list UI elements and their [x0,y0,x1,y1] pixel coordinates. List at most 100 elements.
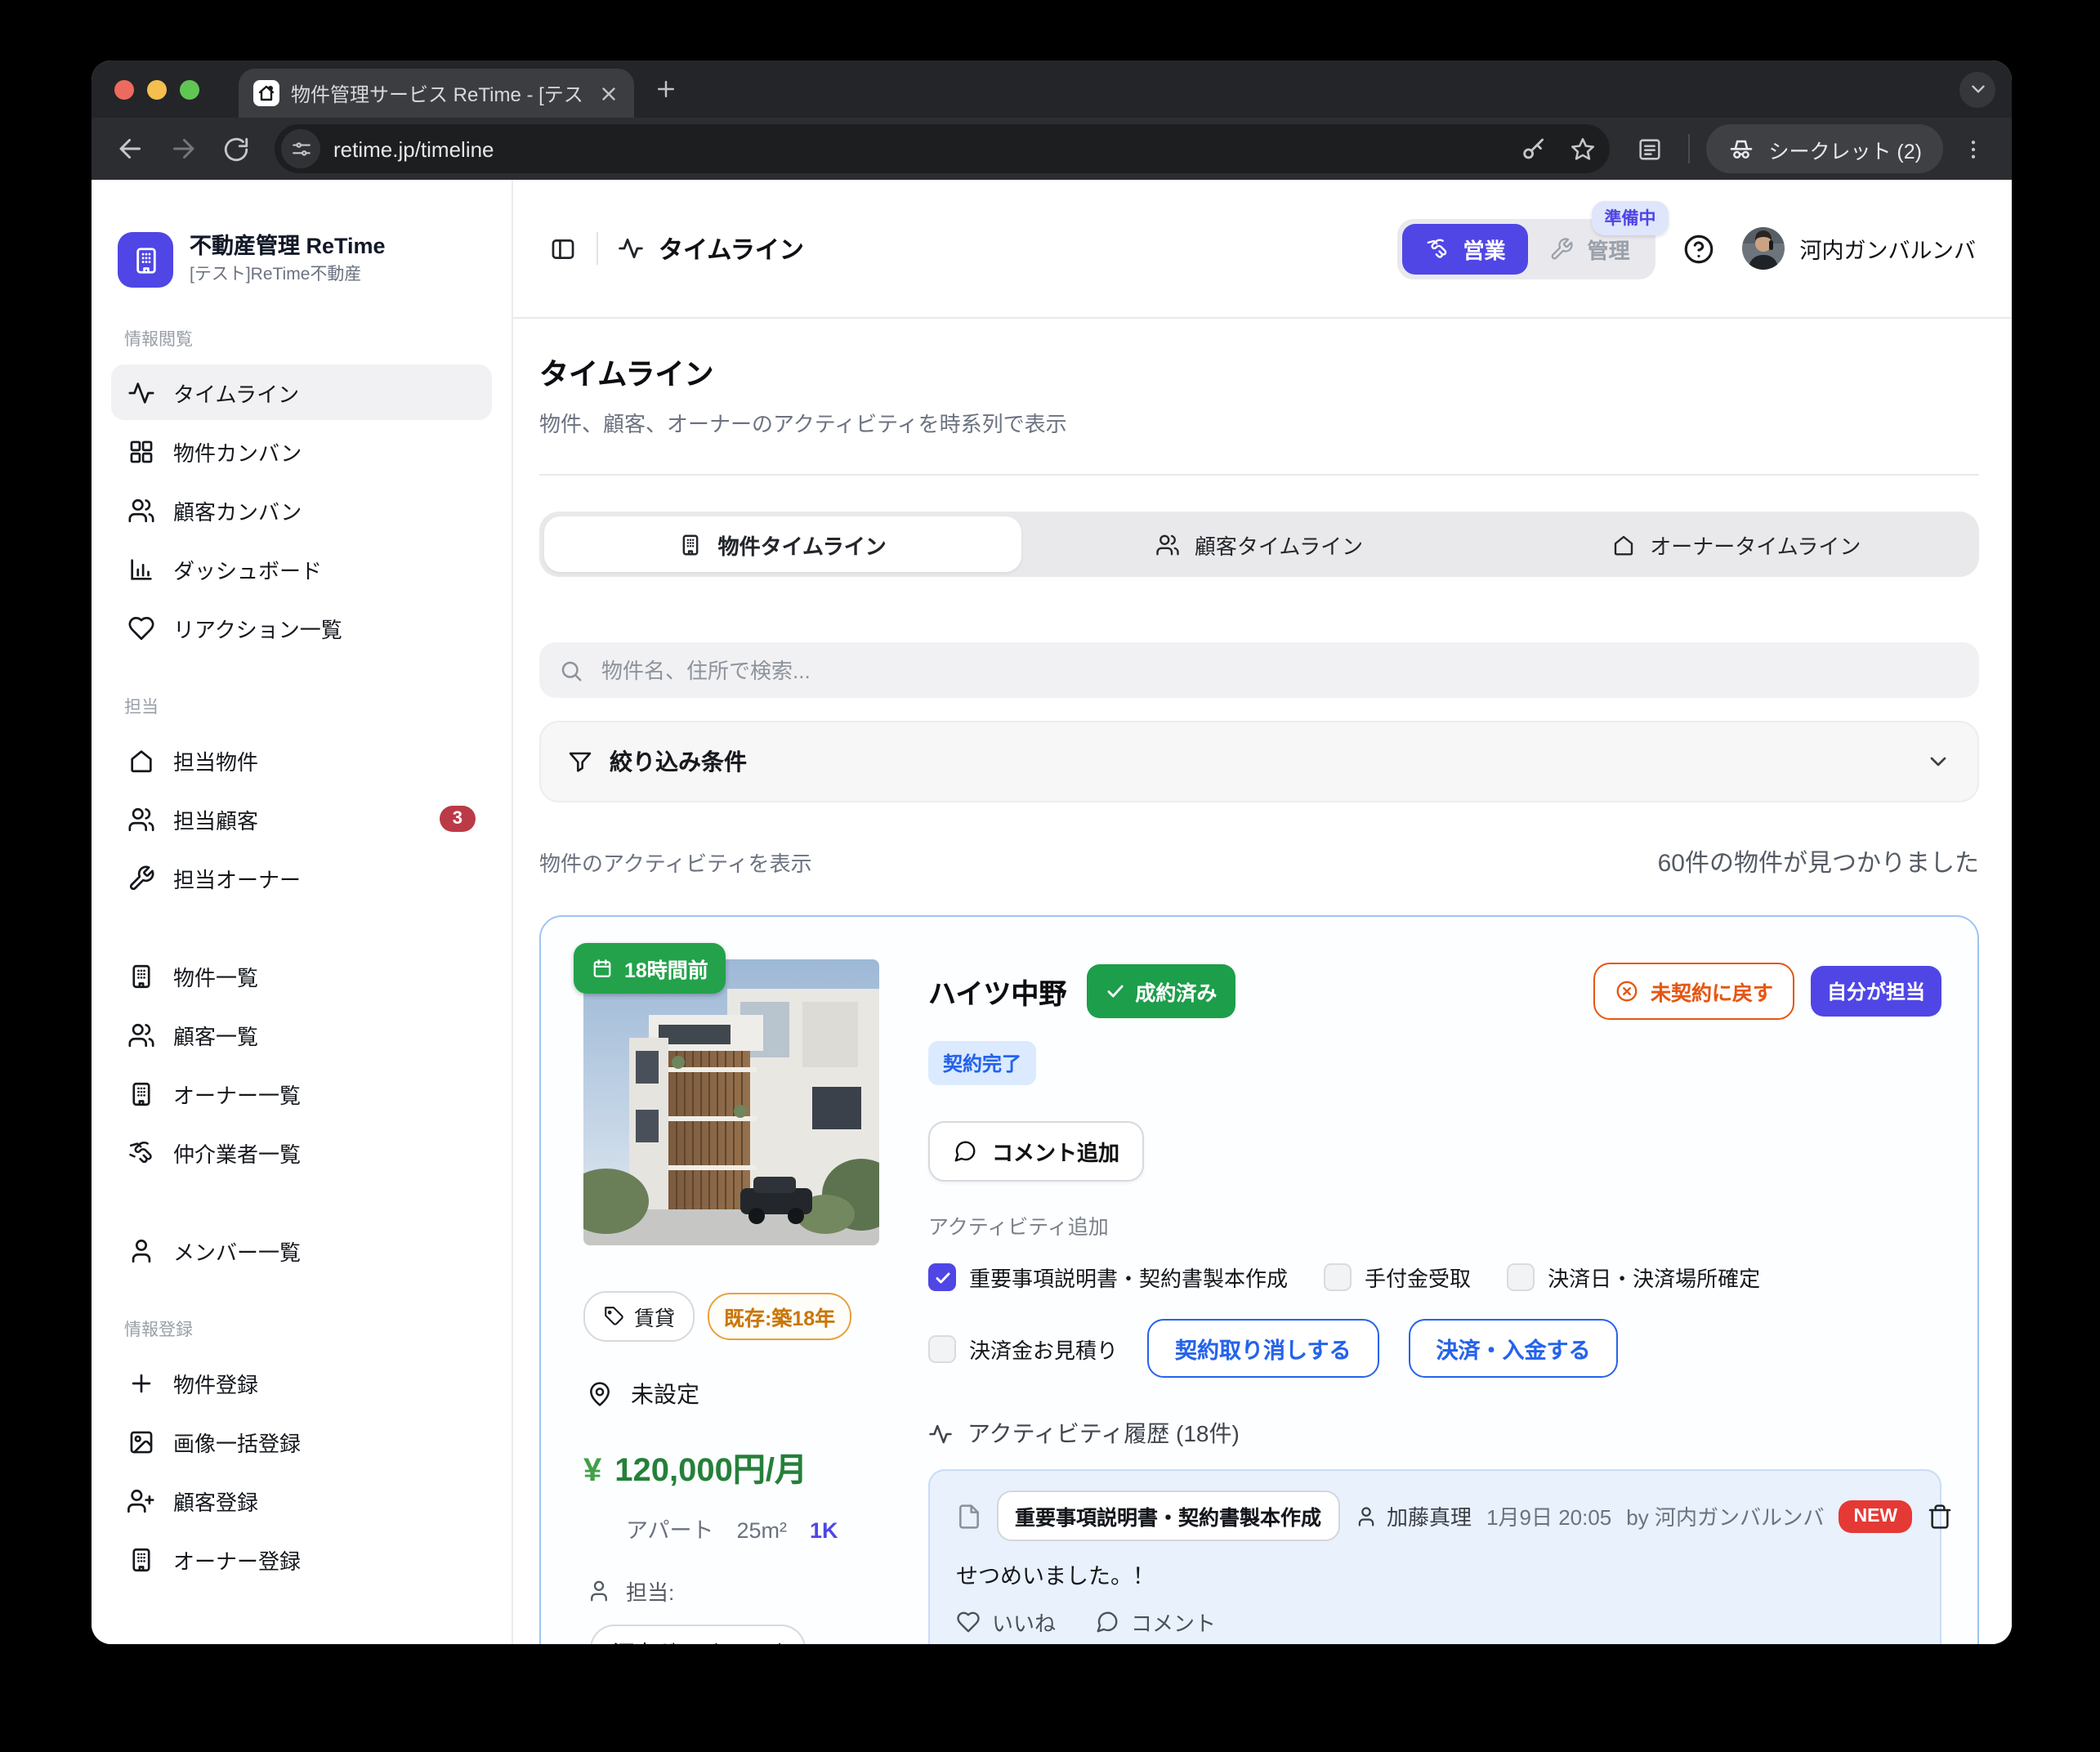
revert-contract-button[interactable]: 未契約に戻す [1593,963,1794,1020]
sidebar-item-assigned-properties[interactable]: 担当物件 [111,732,492,788]
sidebar-item-member-list[interactable]: メンバー一覧 [111,1222,492,1278]
zoom-window-button[interactable] [180,79,199,99]
user-menu[interactable]: 河内ガンバルンバ [1742,227,1976,270]
back-icon[interactable] [108,126,154,172]
sidebar-item-image-bulk-register[interactable]: 画像一括登録 [111,1414,492,1469]
property-photo[interactable] [583,959,879,1245]
activity-checkbox-row-1: 重要事項説明書・契約書製本作成 手付金受取 決済日・決済場所確定 [928,1262,1941,1293]
comment-button[interactable]: コメント [1095,1607,1216,1638]
passwords-key-icon[interactable] [1515,131,1551,167]
filter-panel-header[interactable]: 絞り込み条件 [539,721,1979,802]
users-icon [127,805,155,833]
sold-badge-label: 成約済み [1135,982,1218,1005]
browser-window: 物件管理サービス ReTime - [テス retime.jp/timeline… [92,60,2012,1644]
browser-toolbar: retime.jp/timeline シークレット (2) [92,118,2012,180]
search-input[interactable] [598,656,1959,684]
sidebar-item-label: オーナー一覧 [173,1083,302,1107]
new-tab-button[interactable] [654,77,678,101]
checkbox-unchecked-icon[interactable] [1507,1263,1535,1291]
tab-owner-timeline[interactable]: オーナータイムライン [1498,516,1974,572]
browser-menu-kebab-icon[interactable] [1950,126,1995,172]
minimize-window-button[interactable] [147,79,167,99]
history-actor: 加藤真理 [1354,1500,1472,1531]
close-window-button[interactable] [114,79,134,99]
checkbox-label: 決済金お見積り [969,1338,1119,1362]
sidebar-toggle-icon[interactable] [549,235,577,262]
forward-icon[interactable] [160,126,206,172]
reading-list-icon[interactable] [1626,126,1672,172]
bookmark-star-icon[interactable] [1564,131,1600,167]
sidebar-item-owner-register[interactable]: オーナー登録 [111,1531,492,1587]
sidebar-item-broker-list[interactable]: 仲介業者一覧 [111,1124,492,1180]
page-divider [539,474,1979,476]
tab-close-icon[interactable] [598,83,619,104]
home-icon [127,746,155,774]
like-button[interactable]: いいね [956,1607,1056,1638]
history-actor-name: 加藤真理 [1387,1505,1472,1530]
price-value: 120,000円/月 [614,1453,807,1489]
sidebar-item-label: タイムライン [173,382,300,406]
property-search[interactable] [539,642,1979,698]
header-title: タイムライン [659,236,804,264]
sidebar-item-property-kanban[interactable]: 物件カンバン [111,423,492,479]
app-content: 不動産管理 ReTime [テスト]ReTime不動産 情報閲覧 タイムライン … [92,180,2012,1644]
tab-customer-timeline[interactable]: 顧客タイムライン [1021,516,1497,572]
sidebar-item-customer-list[interactable]: 顧客一覧 [111,1007,492,1062]
checkbox-settlement-date[interactable]: 決済日・決済場所確定 [1507,1262,1760,1293]
sidebar-item-dashboard[interactable]: ダッシュボード [111,541,492,597]
app-brand[interactable]: 不動産管理 ReTime [テスト]ReTime不動産 [118,232,485,288]
mode-toggle: 営業 管理 準備中 [1397,200,1669,279]
sidebar-section-info: 情報閲覧 [124,330,193,350]
building-age-tag: 既存:築18年 [708,1293,852,1340]
time-ago-badge: 18時間前 [574,943,726,994]
sold-badge: 成約済み [1086,964,1235,1018]
bar-chart-icon [127,555,155,583]
site-settings-icon[interactable] [281,129,320,168]
checkbox-unchecked-icon[interactable] [928,1334,956,1362]
checkbox-docs[interactable]: 重要事項説明書・契約書製本作成 [928,1262,1288,1293]
checkbox-deposit[interactable]: 手付金受取 [1324,1262,1471,1293]
sidebar-item-property-list[interactable]: 物件一覧 [111,948,492,1003]
sidebar-item-customer-register[interactable]: 顧客登録 [111,1473,492,1528]
history-datetime: 1月9日 20:05 [1486,1505,1612,1530]
history-by: by 河内ガンバルンバ [1626,1505,1825,1530]
url-text: retime.jp/timeline [333,136,494,161]
sidebar-item-assigned-owners[interactable]: 担当オーナー [111,850,492,905]
sidebar-item-owner-list[interactable]: オーナー一覧 [111,1066,492,1121]
sidebar-item-assigned-customers[interactable]: 担当顧客 3 [111,791,492,847]
chevron-down-icon [1925,749,1951,775]
add-comment-button[interactable]: コメント追加 [928,1121,1145,1182]
checkbox-label: 決済日・決済場所確定 [1548,1267,1761,1291]
checkbox-estimate[interactable]: 決済金お見積り [928,1333,1118,1364]
settle-payment-button[interactable]: 決済・入金する [1408,1319,1619,1378]
add-comment-label: コメント追加 [992,1141,1120,1165]
checkbox-checked-icon[interactable] [928,1263,956,1291]
incognito-badge[interactable]: シークレット (2) [1706,124,1943,173]
sidebar-item-customer-kanban[interactable]: 顧客カンバン [111,482,492,538]
checkbox-unchecked-icon[interactable] [1324,1263,1352,1291]
tab-property-timeline[interactable]: 物件タイムライン [544,516,1021,572]
desktop: 物件管理サービス ReTime - [テス retime.jp/timeline… [0,0,2100,1752]
cancel-contract-button[interactable]: 契約取り消しする [1147,1319,1379,1378]
assignee-row: 担当: [583,1575,886,1607]
assignee-chip[interactable]: 河内ガンバルンバ [590,1625,806,1644]
document-icon [956,1503,982,1529]
browser-tab[interactable]: 物件管理サービス ReTime - [テス [239,69,634,118]
currency-symbol: ¥ [583,1453,602,1489]
address-bar[interactable]: retime.jp/timeline [275,124,1611,173]
reload-icon[interactable] [212,126,258,172]
sidebar-item-label: 仲介業者一覧 [173,1142,302,1166]
help-icon[interactable] [1682,231,1717,266]
admin-preparing-badge: 準備中 [1591,200,1669,235]
x-circle-icon [1616,981,1638,1002]
sidebar-item-timeline[interactable]: タイムライン [111,364,492,420]
image-icon [127,1428,155,1455]
tab-search-chevron-button[interactable] [1959,71,1995,107]
sidebar-item-reactions[interactable]: リアクション一覧 [111,600,492,655]
sidebar-item-property-register[interactable]: 物件登録 [111,1355,492,1410]
sales-mode-button[interactable]: 営業 [1402,223,1529,274]
sidebar-item-label: ダッシュボード [173,558,323,583]
trash-icon[interactable] [1927,1503,1953,1529]
sidebar: 不動産管理 ReTime [テスト]ReTime不動産 情報閲覧 タイムライン … [92,180,513,1644]
